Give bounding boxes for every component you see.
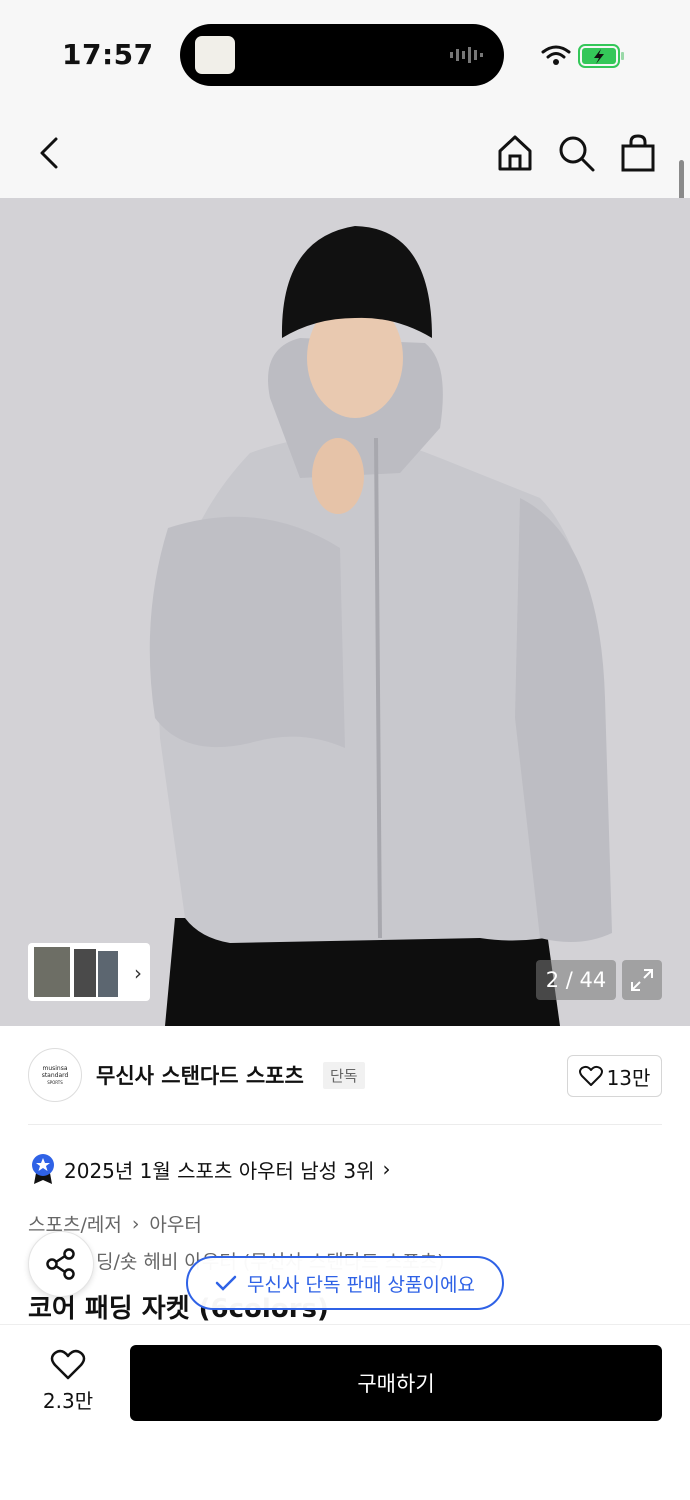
breadcrumb-level1[interactable]: 스포츠/레저 (28, 1210, 122, 1237)
share-icon (46, 1248, 75, 1280)
chevron-right-icon: › (382, 1157, 391, 1181)
chevron-right-icon: › (131, 1212, 140, 1235)
brand-logo-line: standard (41, 1071, 69, 1079)
expand-icon (631, 969, 653, 991)
buy-button[interactable]: 구매하기 (130, 1345, 662, 1421)
breadcrumb-level2[interactable]: 아우터 (149, 1210, 201, 1237)
battery-charging-icon (578, 44, 624, 68)
chevron-right-icon: › (134, 961, 142, 985)
status-time: 17:57 (62, 38, 154, 71)
top-navigation-bar (0, 110, 690, 198)
ranking-text: 2025년 1월 스포츠 아우터 남성 3위 (64, 1158, 375, 1183)
product-image-gallery[interactable]: › 2 / 44 (0, 198, 690, 1026)
status-bar: 17:57 (0, 0, 690, 110)
search-icon (559, 136, 595, 172)
shopping-bag-icon (621, 134, 655, 172)
cart-button[interactable] (615, 130, 661, 176)
back-button[interactable] (26, 130, 72, 176)
heart-icon (50, 1349, 86, 1380)
exclusive-toast: 무신사 단독 판매 상품이에요 (186, 1256, 504, 1310)
share-button[interactable] (28, 1231, 94, 1297)
brand-like-button[interactable]: 13만 (567, 1055, 662, 1097)
brand-logo-line: SPORTS (47, 1079, 63, 1085)
wishlist-button[interactable]: 2.3만 (28, 1349, 108, 1414)
brand-like-count: 13만 (606, 1065, 651, 1090)
expand-image-button[interactable] (622, 960, 662, 1000)
ranking-link[interactable]: 2025년 1월 스포츠 아우터 남성 3위 › (30, 1153, 391, 1185)
brand-logo-line: musinsa (42, 1064, 68, 1072)
wishlist-count: 2.3만 (42, 1389, 94, 1413)
color-thumbnails (34, 947, 118, 997)
check-icon (215, 1275, 237, 1291)
brand-name[interactable]: 무신사 스탠다드 스포츠 (96, 1060, 304, 1090)
search-button[interactable] (553, 130, 599, 176)
award-badge-icon (32, 1154, 54, 1184)
toast-text: 무신사 단독 판매 상품이에요 (247, 1273, 475, 1296)
divider (28, 1124, 662, 1125)
exclusive-tag: 단독 (323, 1062, 365, 1089)
image-counter: 2 / 44 (536, 960, 616, 1000)
chevron-left-icon (40, 137, 58, 169)
audio-wave-icon (450, 47, 483, 63)
brand-row[interactable]: musinsa standard SPORTS 무신사 스탠다드 스포츠 단독 … (28, 1048, 662, 1104)
dynamic-island (180, 24, 504, 86)
wifi-icon (541, 45, 571, 65)
brand-logo[interactable]: musinsa standard SPORTS (28, 1048, 82, 1102)
home-button[interactable] (492, 130, 538, 176)
product-photo (0, 198, 690, 1026)
bottom-action-bar: 2.3만 구매하기 (0, 1324, 690, 1500)
heart-icon (578, 1065, 603, 1086)
now-playing-thumbnail (195, 36, 235, 74)
home-icon (498, 135, 532, 171)
thumbnail-strip[interactable]: › (28, 943, 150, 1001)
